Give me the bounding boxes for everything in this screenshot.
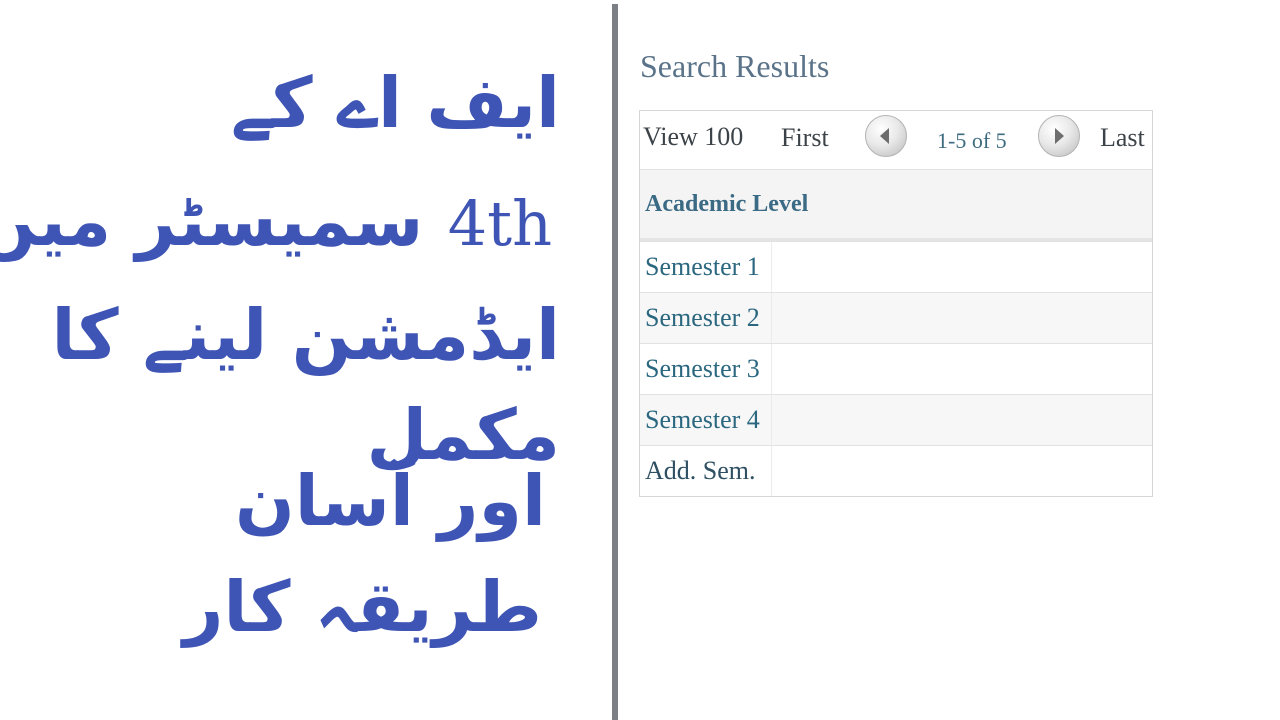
view-100-link[interactable]: View 100 xyxy=(643,122,743,152)
search-results-table: View 100 First 1-5 of 5 Last Academic Le… xyxy=(639,110,1153,497)
semester-3-link[interactable]: Semester 3 xyxy=(645,354,760,384)
semester-2-link[interactable]: Semester 2 xyxy=(645,303,760,333)
pager-bar: View 100 First 1-5 of 5 Last xyxy=(640,111,1152,170)
results-range-text: 1-5 of 5 xyxy=(937,128,1007,153)
urdu-title-line-2: 4th سمیسٹر میں xyxy=(0,186,552,256)
triangle-left-icon[interactable] xyxy=(865,115,907,157)
urdu-title-line-2-text: سمیسٹر میں xyxy=(0,180,424,262)
academic-level-cell: Semester 4 xyxy=(640,395,772,445)
urdu-title-line-3: ایڈمشن لینے کا xyxy=(51,294,560,376)
urdu-title-line-1: ایف اے کے xyxy=(230,62,560,144)
semester-1-link[interactable]: Semester 1 xyxy=(645,252,760,282)
table-row: Semester 1 xyxy=(640,241,1152,292)
search-results-title: Search Results xyxy=(640,48,830,84)
table-row: Semester 3 xyxy=(640,343,1152,394)
table-row: Semester 4 xyxy=(640,394,1152,445)
academic-level-cell: Semester 3 xyxy=(640,344,772,394)
academic-level-cell: Add. Sem. xyxy=(640,446,772,496)
first-page-link[interactable]: First xyxy=(781,123,829,153)
academic-level-cell: Semester 1 xyxy=(640,242,772,292)
column-header-academic-level[interactable]: Academic Level xyxy=(640,170,1152,241)
urdu-title-line-6: طریقہ کار xyxy=(183,566,542,648)
last-page-link[interactable]: Last xyxy=(1100,123,1145,153)
urdu-title-line-5: اور آسان xyxy=(234,460,546,542)
additional-semester-link[interactable]: Add. Sem. xyxy=(645,456,756,486)
table-row: Semester 2 xyxy=(640,292,1152,343)
results-rows: Semester 1 Semester 2 Semester 3 Semeste… xyxy=(640,241,1152,496)
vertical-divider xyxy=(612,4,618,720)
column-header-label: Academic Level xyxy=(645,191,809,217)
table-row: Add. Sem. xyxy=(640,445,1152,496)
academic-level-cell: Semester 2 xyxy=(640,293,772,343)
semester-4-link[interactable]: Semester 4 xyxy=(645,405,760,435)
triangle-right-icon[interactable] xyxy=(1038,115,1080,157)
semester-ordinal: 4th xyxy=(447,187,552,260)
urdu-title-panel: ایف اے کے 4th سمیسٹر میں ایڈمشن لینے کا … xyxy=(0,0,612,720)
